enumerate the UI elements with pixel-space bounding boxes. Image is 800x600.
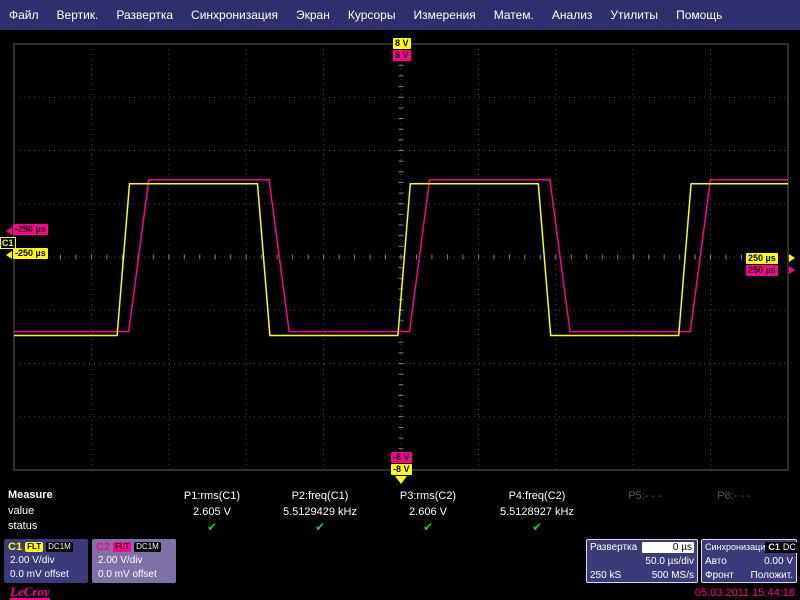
measure-value: 2.606 V xyxy=(374,504,482,520)
menu-bar: ФайлВертик.РазверткаСинхронизацияЭкранКу… xyxy=(0,0,800,30)
channel-id: C2 xyxy=(96,541,110,553)
measure-label: P6:- - - xyxy=(680,489,788,504)
measure-value: 5.5128927 kHz xyxy=(483,504,591,520)
measure-slot-p2[interactable]: P2:freq(C1)5.5129429 kHz✔ xyxy=(266,489,374,535)
trigger-panel[interactable]: Синхронизаци C1DC Авто 0.00 V Фронт Поло… xyxy=(701,539,797,583)
timebase-position-value[interactable]: 0 µs xyxy=(642,542,694,553)
vdiv-readout: 2.00 V/div xyxy=(10,554,88,568)
offset-readout: 0.0 mV offset xyxy=(10,568,88,582)
menu-item-6[interactable]: Курсоры xyxy=(339,8,405,22)
vdiv-readout: 2.00 V/div xyxy=(98,554,176,568)
measure-value: 5.5129429 kHz xyxy=(266,504,374,520)
offset-readout: 0.0 mV offset xyxy=(98,568,176,582)
lecroy-logo: LeCroy xyxy=(10,586,50,600)
measure-slot-p3[interactable]: P3:rms(C2)2.606 V✔ xyxy=(374,489,482,535)
trigger-coupling: DC xyxy=(783,542,796,552)
menu-item-4[interactable]: Синхронизация xyxy=(182,8,287,22)
measure-value xyxy=(680,504,788,520)
cursor-arrow-left-c2-icon[interactable] xyxy=(6,227,12,235)
status-bar: LeCroy 05.03.2011 15:44:18 xyxy=(0,586,800,600)
measure-slot-p6[interactable]: P6:- - - xyxy=(680,489,788,535)
trigger-mode: Авто xyxy=(705,556,727,567)
cursor-badge-top-c1[interactable]: 8 V xyxy=(393,38,411,49)
cursor-arrow-right-c2-icon[interactable] xyxy=(789,266,795,274)
menu-item-10[interactable]: Утилиты xyxy=(601,8,667,22)
menu-item-1[interactable]: Файл xyxy=(0,8,48,22)
cursor-badge-top-c2[interactable]: 8 V xyxy=(393,50,411,61)
trigger-slope: Положит. xyxy=(751,570,793,581)
trigger-source-badge[interactable]: C1DC xyxy=(765,542,799,553)
timebase-title: Развертка xyxy=(590,542,637,553)
menu-item-9[interactable]: Анализ xyxy=(543,8,602,22)
measure-label: P3:rms(C2) xyxy=(374,489,482,504)
scope-grid-and-traces xyxy=(0,30,800,488)
descriptor-panel: C1FLTDC1M2.00 V/div0.0 mV offsetC2FLTDC1… xyxy=(0,537,800,586)
menu-item-7[interactable]: Измерения xyxy=(404,8,484,22)
trigger-type: Фронт xyxy=(705,570,734,581)
cursor-badge-right-c2[interactable]: 250 µs xyxy=(746,265,778,276)
input-coupling-tag: DC1M xyxy=(134,542,161,552)
timebase-scale: 50.0 µs/div xyxy=(645,556,694,567)
measure-status-check-icon: ✔ xyxy=(374,520,482,535)
trigger-level: 0.00 V xyxy=(764,556,793,567)
measure-row-title: Measure xyxy=(8,489,53,501)
measure-label: P1:rms(C1) xyxy=(158,489,266,504)
channel-id: C1 xyxy=(8,541,22,553)
oscilloscope-app: ФайлВертик.РазверткаСинхронизацияЭкранКу… xyxy=(0,0,800,600)
menu-item-3[interactable]: Развертка xyxy=(107,8,182,22)
waveform-display: 8 V 8 V -250 µs C1 -250 µs 250 µs 250 µs… xyxy=(0,30,800,488)
trigger-source: C1 xyxy=(768,542,780,552)
measure-slot-p1[interactable]: P1:rms(C1)2.605 V✔ xyxy=(158,489,266,535)
menu-item-5[interactable]: Экран xyxy=(287,8,339,22)
measure-slot-p4[interactable]: P4:freq(C2)5.5128927 kHz✔ xyxy=(483,489,591,535)
timebase-panel[interactable]: Развертка 0 µs 50.0 µs/div 250 kS 500 MS… xyxy=(586,539,698,583)
channel-box-c1[interactable]: C1FLTDC1M 2.00 V/div0.0 mV offset xyxy=(4,539,88,583)
measure-status-check-icon xyxy=(680,520,788,535)
timebase-sample-rate: 500 MS/s xyxy=(652,570,694,581)
cursor-badge-bottom-c2[interactable]: -8 V xyxy=(391,452,412,463)
cursor-arrow-left-c1-icon[interactable] xyxy=(6,251,12,259)
cursor-badge-left-c1[interactable]: -250 µs xyxy=(13,248,48,259)
input-coupling-tag: DC1M xyxy=(46,542,73,552)
trigger-title: Синхронизаци xyxy=(705,542,765,552)
menu-item-2[interactable]: Вертик. xyxy=(48,8,108,22)
datetime-readout: 05.03.2011 15:44:18 xyxy=(695,587,795,599)
cursor-badge-left-c2[interactable]: -250 µs xyxy=(13,224,48,235)
timebase-samples: 250 kS xyxy=(590,570,621,581)
cursor-arrow-right-c1-icon[interactable] xyxy=(789,254,795,262)
cursor-badge-right-c1[interactable]: 250 µs xyxy=(746,253,778,264)
measure-row-status: status xyxy=(8,520,37,532)
measure-label: P4:freq(C2) xyxy=(483,489,591,504)
menu-item-8[interactable]: Матем. xyxy=(485,8,543,22)
measure-label: P2:freq(C1) xyxy=(266,489,374,504)
channel-box-c2[interactable]: C2FLTDC1M 2.00 V/div0.0 mV offset xyxy=(92,539,176,583)
measure-status-check-icon: ✔ xyxy=(266,520,374,535)
trigger-time-marker-icon[interactable] xyxy=(395,476,407,484)
measure-status-check-icon: ✔ xyxy=(158,520,266,535)
bandwidth-tag: FLT xyxy=(25,542,43,552)
measure-status-check-icon: ✔ xyxy=(483,520,591,535)
bandwidth-tag: FLT xyxy=(113,542,131,552)
measure-row-value: value xyxy=(8,505,34,517)
cursor-badge-bottom-c1[interactable]: -8 V xyxy=(391,464,412,475)
measure-panel: Measure value status P1:rms(C1)2.605 V✔P… xyxy=(0,488,800,537)
menu-item-11[interactable]: Помощь xyxy=(667,8,731,22)
measure-value: 2.605 V xyxy=(158,504,266,520)
